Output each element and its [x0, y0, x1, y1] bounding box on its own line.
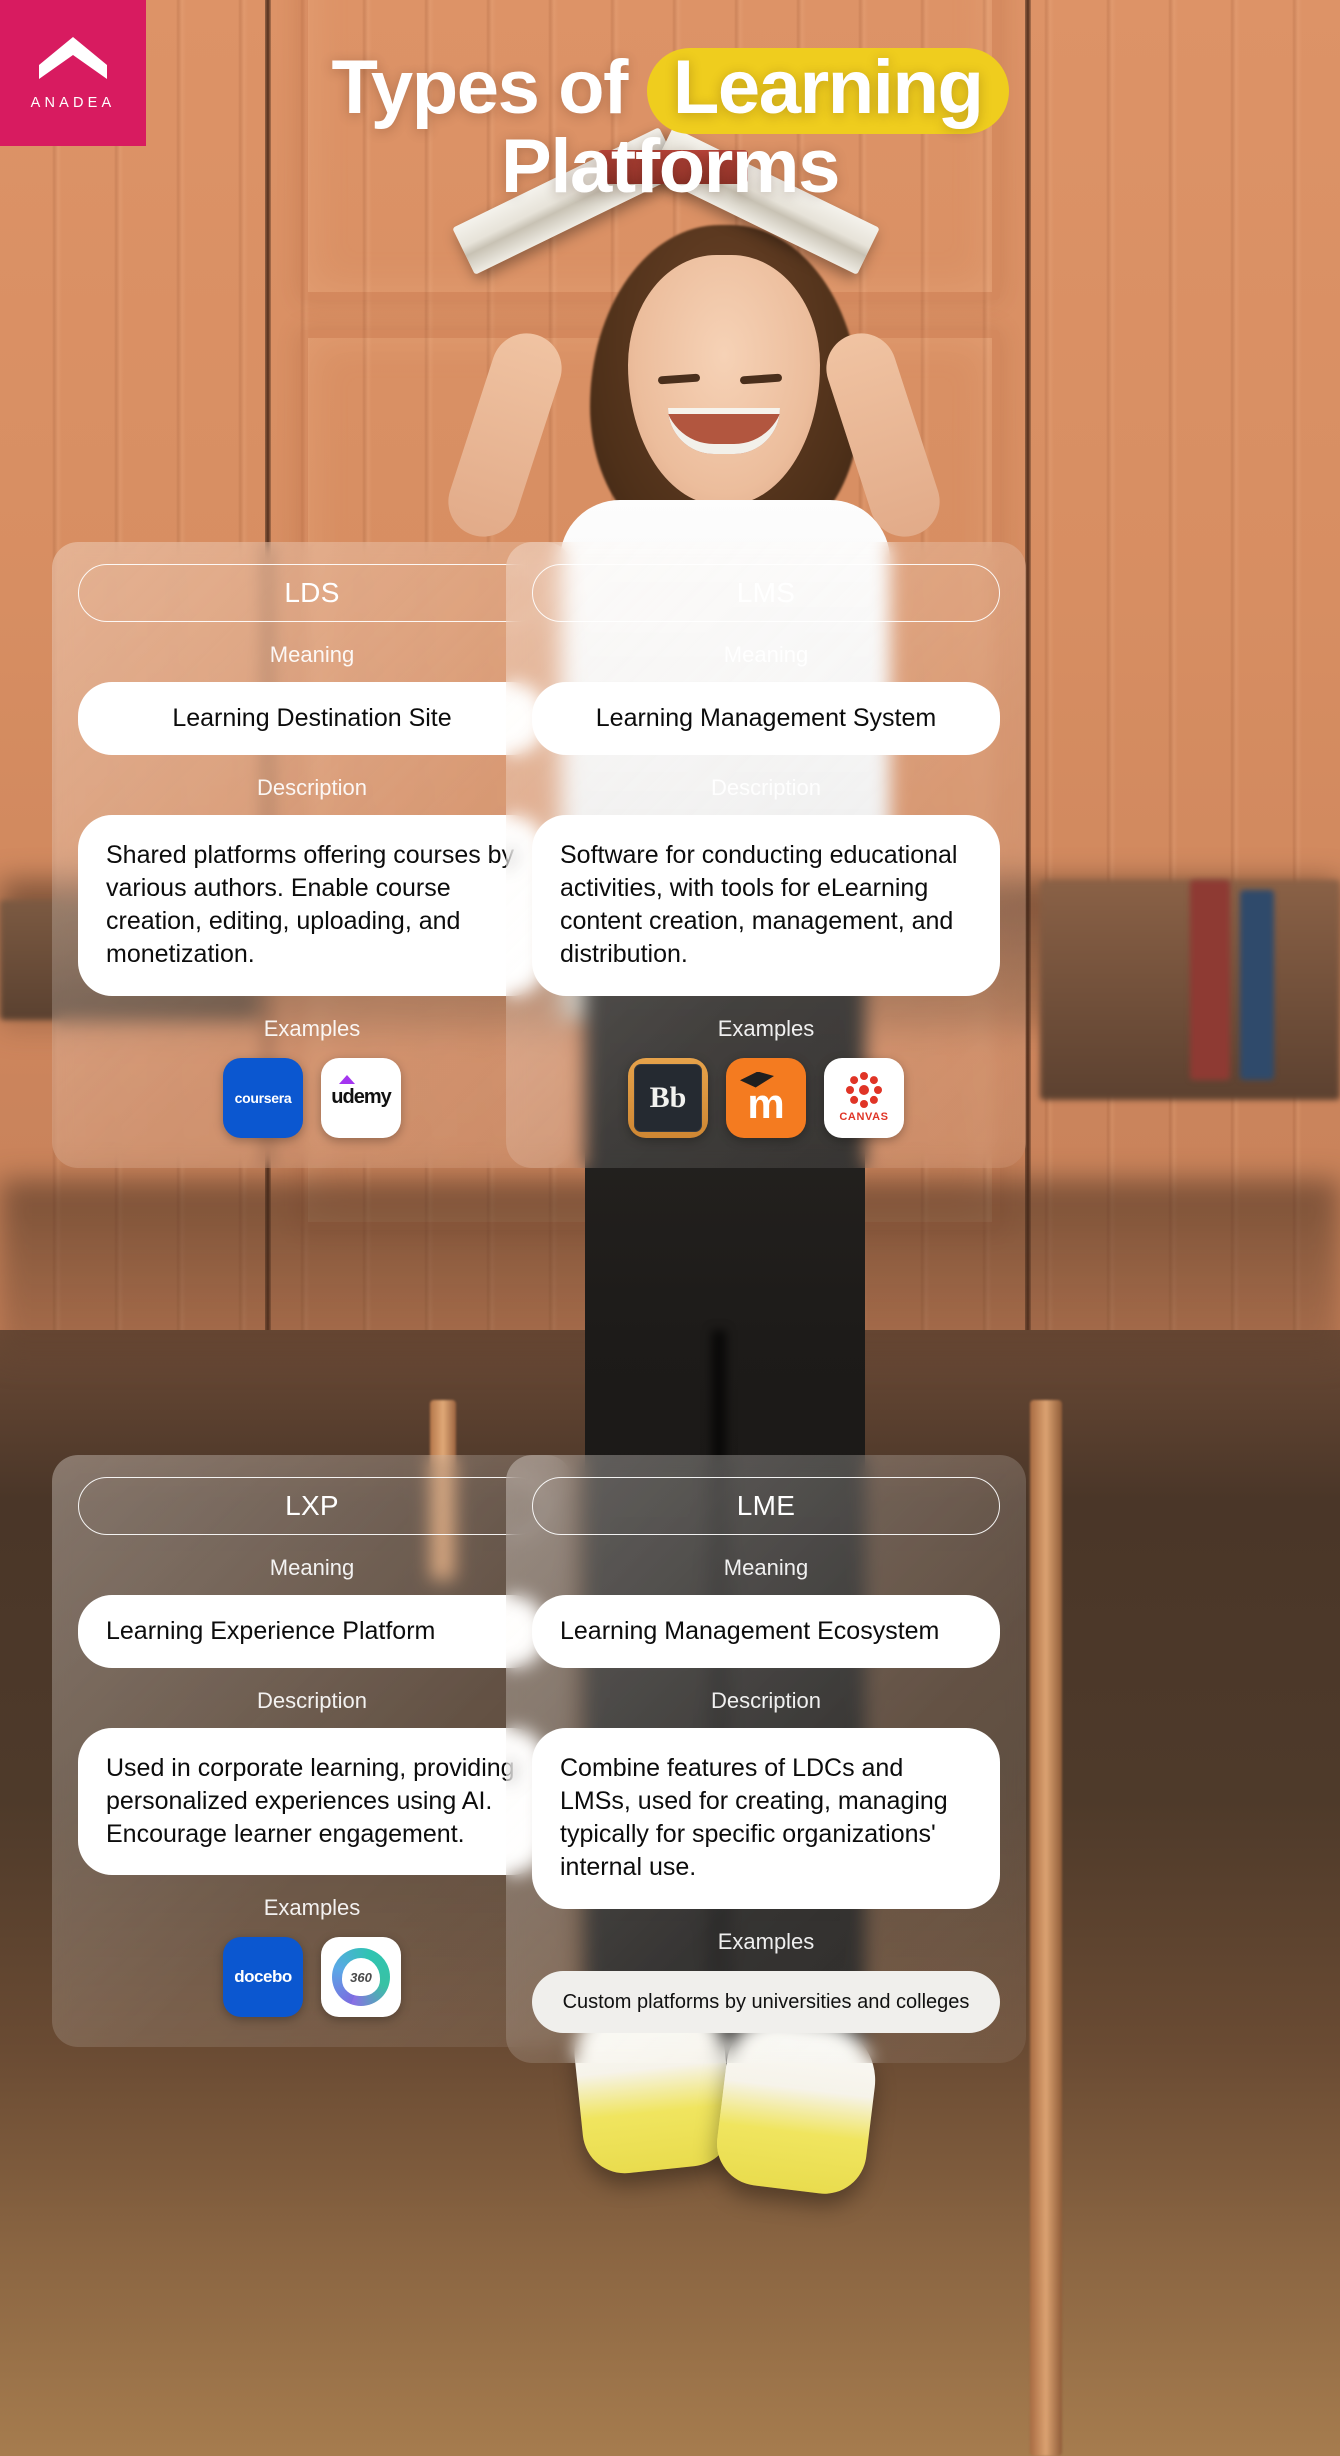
brand-name: ANADEA: [30, 95, 116, 111]
headline-part2: Platforms: [501, 124, 840, 209]
360learning-logo-label: 360: [342, 1958, 380, 1997]
card-lds-examples-label: Examples: [263, 1015, 361, 1041]
canvas-logo-icon[interactable]: CANVAS: [824, 1057, 904, 1138]
chevron-roof-logo-icon: [39, 37, 107, 79]
card-lds-meaning-value: Learning Destination Site: [78, 682, 546, 755]
card-lxp-meaning-value: Learning Experience Platform: [78, 1595, 546, 1668]
card-lxp: LXP Meaning Learning Experience Platform…: [52, 1455, 572, 2048]
child-photo-subject: [0, 0, 1340, 2456]
child-eye-right: [739, 373, 783, 385]
moodle-logo-label: m: [747, 1079, 785, 1127]
coursera-logo-label: coursera: [234, 1089, 292, 1106]
moodle-logo-icon[interactable]: m: [726, 1057, 806, 1138]
docebo-logo-label: docebo: [234, 1967, 292, 1987]
card-lxp-title: LXP: [78, 1477, 546, 1535]
card-lms-title: LMS: [532, 564, 1000, 622]
card-lme: LME Meaning Learning Management Ecosyste…: [506, 1455, 1026, 2063]
card-lds-description-value: Shared platforms offering courses by var…: [78, 814, 546, 996]
infographic-poster: ANADEA Types of Learning Platforms LDS M…: [0, 0, 1340, 2456]
card-lms-examples: Bb m CANVAS: [532, 1057, 1000, 1138]
child-eye-left: [657, 373, 701, 385]
card-lxp-meaning-label: Meaning: [269, 1555, 355, 1580]
child-arm-left: [439, 324, 571, 546]
card-lds-title: LDS: [78, 564, 546, 622]
card-lms-meaning-value: Learning Management System: [532, 682, 1000, 755]
brand-logo-badge[interactable]: ANADEA: [0, 0, 146, 146]
card-lme-description-label: Description: [710, 1687, 822, 1713]
card-lxp-description-value: Used in corporate learning, providing pe…: [78, 1727, 546, 1876]
card-lme-title: LME: [532, 1477, 1000, 1535]
360learning-ring-icon: 360: [332, 1948, 390, 2007]
card-lds-description-label: Description: [256, 774, 368, 800]
headline-highlight: Learning: [646, 48, 1009, 134]
card-lme-description-value: Combine features of LDCs and LMSs, used …: [532, 1727, 1000, 1909]
blackboard-logo-label: Bb: [634, 1063, 702, 1132]
360learning-logo-icon[interactable]: 360: [321, 1937, 401, 2018]
coursera-logo-icon[interactable]: coursera: [223, 1057, 303, 1138]
canvas-logo-label: CANVAS: [839, 1111, 889, 1123]
udemy-logo-label: udemy: [331, 1075, 392, 1109]
card-lms-meaning-label: Meaning: [723, 642, 809, 667]
card-lms-examples-label: Examples: [717, 1015, 815, 1041]
card-lme-examples-label: Examples: [717, 1928, 815, 1954]
card-lms-description-value: Software for conducting educational acti…: [532, 814, 1000, 996]
card-lds: LDS Meaning Learning Destination Site De…: [52, 542, 572, 1168]
docebo-logo-icon[interactable]: docebo: [223, 1937, 303, 2018]
card-lxp-examples: docebo 360: [78, 1937, 546, 2018]
headline-part1: Types of: [331, 45, 628, 130]
card-lme-meaning-value: Learning Management Ecosystem: [532, 1595, 1000, 1668]
card-lms-description-label: Description: [710, 774, 822, 800]
card-lms: LMS Meaning Learning Management System D…: [506, 542, 1026, 1168]
page-title: Types of Learning Platforms: [150, 48, 1190, 206]
card-lds-examples: coursera udemy: [78, 1057, 546, 1138]
pipe-right: [1030, 1400, 1062, 2456]
canvas-ring-icon: [846, 1072, 882, 1108]
card-lxp-description-label: Description: [256, 1687, 368, 1713]
card-lme-meaning-label: Meaning: [723, 1555, 809, 1580]
card-lxp-examples-label: Examples: [263, 1895, 361, 1921]
udemy-logo-icon[interactable]: udemy: [321, 1057, 401, 1138]
card-lds-meaning-label: Meaning: [269, 642, 355, 667]
blackboard-logo-icon[interactable]: Bb: [628, 1057, 708, 1138]
card-lme-examples-value: Custom platforms by universities and col…: [532, 1970, 1000, 2033]
